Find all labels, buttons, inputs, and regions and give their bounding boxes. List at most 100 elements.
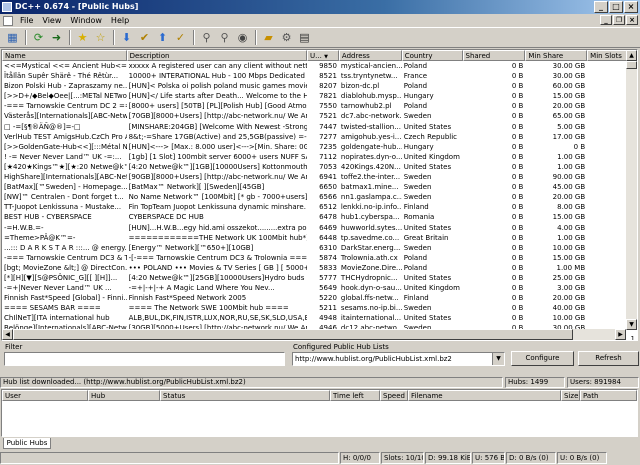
- hub-name: HighShare][Internationals][ABC-Netw...: [4, 173, 127, 182]
- settings-icon[interactable]: ⚙: [278, 29, 295, 46]
- scroll-right-icon[interactable]: ▶: [615, 329, 626, 340]
- hub-shared: 0 B: [511, 223, 524, 232]
- favorite-users-icon[interactable]: ☆: [92, 29, 109, 46]
- hub-name: BEST HUB - CYBERSPACE: [4, 213, 92, 222]
- hub-row[interactable]: [*][H][▼][S@PSÔNIC_G][[ ][H]]... [4:20 Ne…: [2, 273, 637, 283]
- upload-speed-status: U: 0 B/s (0): [557, 452, 607, 464]
- minimize-button[interactable]: _: [594, 1, 608, 13]
- hub-row[interactable]: ==== SESAMS BAR ==== ==== The Network SWE…: [2, 303, 637, 313]
- filter-input[interactable]: [4, 352, 285, 366]
- hub-name: □ -=[§¶®ÄÑ@®]=-□: [4, 122, 81, 131]
- hub-row[interactable]: ...::: D A R K S T A R :::... @ energy..…: [2, 243, 637, 253]
- hub-row[interactable]: [★420★Kings™★][★:20 Netwe@k™] [4:20 Netwe…: [2, 162, 637, 172]
- document-icon[interactable]: [3, 15, 13, 26]
- connect-icon[interactable]: ▦: [4, 29, 21, 46]
- hub-row[interactable]: ! -= Never Never Land™ UK -=:... [1gb] [1…: [2, 152, 637, 162]
- hub-list-url-select[interactable]: http://www.hublist.org/PublicHubList.xml…: [292, 352, 505, 366]
- maximize-button[interactable]: □: [609, 1, 623, 13]
- scroll-up-icon[interactable]: ▲: [626, 50, 637, 61]
- transfer-list[interactable]: User Hub Status Time left Speed Filename…: [1, 389, 638, 437]
- hub-name: [★420★Kings™★][★:20 Netwe@k™]: [4, 162, 127, 171]
- column-header-path[interactable]: Path: [580, 390, 637, 401]
- column-header-hub[interactable]: Hub: [88, 390, 160, 401]
- tab-public-hubs[interactable]: Public Hubs: [3, 438, 51, 449]
- finished-uploads-icon[interactable]: ✓: [172, 29, 189, 46]
- column-header-size[interactable]: Size: [561, 390, 580, 401]
- column-header-description[interactable]: Description: [126, 50, 308, 61]
- hub-address: hub1.cyberspa...: [340, 213, 400, 222]
- hub-row[interactable]: [NW]™ Centralen - Dont forget t... No Nam…: [2, 192, 637, 202]
- hub-row[interactable]: [>>GoldenGate-Hub<<][:::Métal NET...[HUN…: [2, 142, 637, 152]
- menu-file[interactable]: File: [17, 16, 39, 25]
- search-icon[interactable]: ⚲: [198, 29, 215, 46]
- hub-row[interactable]: -=+|Never Never Land™ UK ... -=+|-+|-+ A …: [2, 283, 637, 293]
- hub-row[interactable]: Ïtålîän Supêr Shärê - Thé Rêtùr... 10000+…: [2, 71, 637, 81]
- column-header-filename[interactable]: Filename: [408, 390, 561, 401]
- mdi-close-button[interactable]: ×: [626, 15, 638, 25]
- finished-icon[interactable]: ✔: [136, 29, 153, 46]
- hub-row[interactable]: Finnish Fast*Speed [Global] - Finni... Fi…: [2, 293, 637, 303]
- horizontal-scroll-thumb[interactable]: [13, 329, 573, 340]
- vertical-scroll-thumb[interactable]: [626, 61, 637, 69]
- hub-list[interactable]: Name Description U... ▼ Address Country …: [1, 49, 638, 341]
- hub-address: sesams.no-ip.bi...: [340, 304, 402, 313]
- hub-row[interactable]: □ -=[§¶®ÄÑ@®]=-□ [MINSHARE:204GB] [Welcom…: [2, 122, 637, 132]
- column-header-user[interactable]: User: [2, 390, 88, 401]
- hub-address: Trolownia.ath.cx: [340, 253, 398, 262]
- hub-name: -=== Tarnowskie Centrum DC3 & Trol...: [4, 253, 127, 262]
- refresh-button[interactable]: Refresh: [578, 351, 639, 366]
- column-header-min-share[interactable]: Min Share: [525, 50, 588, 61]
- mdi-restore-button[interactable]: ❐: [613, 15, 625, 25]
- column-header-speed[interactable]: Speed: [380, 390, 408, 401]
- hub-row[interactable]: Bizon Polski Hub - Zapraszamy ne... [HUN]…: [2, 81, 637, 91]
- hub-row[interactable]: [BatMax][™Sweden] - Homepage... [BatMax™ …: [2, 182, 637, 192]
- configure-button[interactable]: Configure: [511, 351, 574, 366]
- search-spy-icon[interactable]: ◉: [234, 29, 251, 46]
- vertical-scrollbar[interactable]: ▲ ▼: [626, 50, 637, 330]
- hub-row[interactable]: [bgt; MovieZone &lt;] @ DirectCon... ••• …: [2, 263, 637, 273]
- column-header-status[interactable]: Status: [160, 390, 330, 401]
- hub-row[interactable]: <<=Mystical <<= Ancient Hub<=<= xxxxx A r…: [2, 61, 637, 71]
- favorites-icon[interactable]: ★: [74, 29, 91, 46]
- notepad-icon[interactable]: ▤: [296, 29, 313, 46]
- column-header-shared[interactable]: Shared: [462, 50, 526, 61]
- scroll-left-icon[interactable]: ◀: [2, 329, 13, 340]
- hub-row[interactable]: -=== Tarnowskie Centrum DC3 & Trol...-[-…: [2, 253, 637, 263]
- upload-queue-icon[interactable]: ⬆: [154, 29, 171, 46]
- close-button[interactable]: ×: [624, 1, 638, 13]
- hub-row[interactable]: HighShare][Internationals][ABC-Netw...[9…: [2, 172, 637, 182]
- hub-address: goldengate-hub...: [340, 142, 402, 151]
- menu-view[interactable]: View: [39, 16, 67, 25]
- app-icon[interactable]: [2, 2, 12, 12]
- hub-row[interactable]: VerlHub TEST AmigsHub.CzCh Pro Ami...8&t…: [2, 132, 637, 142]
- menu-window[interactable]: Window: [67, 16, 108, 25]
- menu-help[interactable]: Help: [108, 16, 135, 25]
- open-file-list-icon[interactable]: ▰: [260, 29, 277, 46]
- adl-search-icon[interactable]: ⚲: [216, 29, 233, 46]
- reconnect-icon[interactable]: ⟳: [30, 29, 47, 46]
- hub-row[interactable]: [>>D+/◆Bel◆Oee|[...:METal NETwor... [HUN]…: [2, 91, 637, 101]
- hub-row[interactable]: -=== Tarnowskie Centrum DC 2 ===-...[800…: [2, 101, 637, 111]
- hub-description: [HUN]< Polska oi polish poland music gam…: [128, 82, 307, 91]
- queue-icon[interactable]: ⬇: [118, 29, 135, 46]
- mdi-minimize-button[interactable]: _: [600, 15, 612, 25]
- hub-row[interactable]: =Theme>PÂ@K™=- ============THE Network UK…: [2, 233, 637, 243]
- column-header-users[interactable]: U... ▼: [307, 50, 339, 61]
- hub-row[interactable]: ChIlNeT][ITA international hub ALB,BUL,DK…: [2, 313, 637, 323]
- size-grip-icon[interactable]: [608, 452, 640, 464]
- hub-row[interactable]: -=H.W.B.=- [HUN]...H.W.B...egy hid.ami os…: [2, 223, 637, 233]
- hub-counts-status: H: 0/0/0: [340, 452, 380, 464]
- hub-row[interactable]: Västerås][Internationals][ABC-Network...…: [2, 111, 637, 121]
- column-header-name[interactable]: Name: [2, 50, 127, 61]
- hub-row[interactable]: TT-Juopot Lenkissuna - Mustake... Fin Top…: [2, 202, 637, 212]
- horizontal-scrollbar[interactable]: ◀ ▶: [2, 329, 626, 340]
- hub-min-share: 15.00 GB: [552, 213, 586, 222]
- column-header-address[interactable]: Address: [338, 50, 402, 61]
- scroll-down-icon[interactable]: ▼: [626, 319, 637, 330]
- dropdown-arrow-icon[interactable]: ▼: [492, 353, 504, 365]
- hub-users: 5777: [319, 273, 337, 282]
- column-header-time-left[interactable]: Time left: [330, 390, 380, 401]
- column-header-country[interactable]: Country: [401, 50, 463, 61]
- hub-row[interactable]: BEST HUB - CYBERSPACE CYBERSPACE DC HUB 64…: [2, 212, 637, 222]
- redirect-icon[interactable]: ➜: [48, 29, 65, 46]
